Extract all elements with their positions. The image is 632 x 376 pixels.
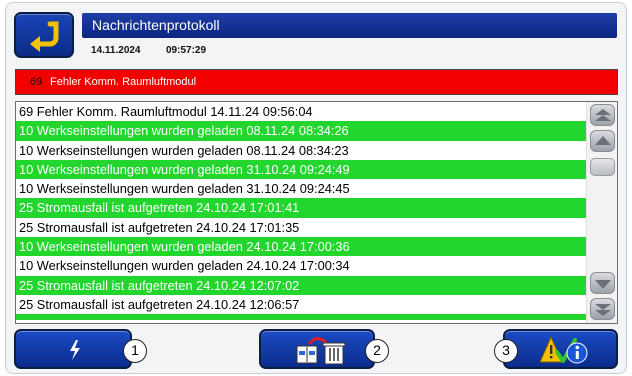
- badge-3: 3: [494, 339, 518, 363]
- log-entry[interactable]: 10 Werkseinstellungen wurden geladen 31.…: [16, 159, 588, 180]
- badge-2: 2: [365, 339, 389, 363]
- double-chevron-up-icon: [595, 109, 611, 121]
- log-entry[interactable]: 69 Fehler Komm. Raumluftmodul 14.11.24 0…: [16, 102, 588, 121]
- lightning-icon: [70, 340, 80, 360]
- error-filter-button[interactable]: [14, 329, 132, 369]
- double-chevron-down-icon: [595, 304, 611, 316]
- scroll-page-down-button[interactable]: [590, 272, 615, 294]
- scrollbar[interactable]: [586, 102, 617, 323]
- scroll-to-bottom-button[interactable]: [590, 298, 615, 320]
- date-display: 14.11.2024: [91, 45, 141, 56]
- alarm-code: 69: [30, 76, 43, 88]
- log-entry[interactable]: 10 Werkseinstellungen wurden geladen 24.…: [16, 237, 588, 257]
- chevron-down-icon: [595, 280, 611, 289]
- scrollbar-thumb[interactable]: [590, 158, 615, 176]
- scroll-page-up-button[interactable]: [590, 130, 615, 152]
- message-log: 69 Fehler Komm. Raumluftmodul 14.11.24 0…: [15, 101, 618, 324]
- log-entry[interactable]: 25 Stromausfall ist aufgetreten 24.10.24…: [16, 218, 588, 237]
- warning-info-button[interactable]: [503, 329, 618, 369]
- log-entry[interactable]: 10 Werkseinstellungen wurden geladen 31.…: [16, 179, 588, 198]
- page-title: Nachrichtenprotokoll: [82, 13, 617, 38]
- chevron-up-icon: [595, 136, 611, 145]
- log-entry-partial[interactable]: [16, 314, 588, 321]
- scroll-to-top-button[interactable]: [590, 104, 615, 126]
- log-entry[interactable]: 25 Stromausfall ist aufgetreten 24.10.24…: [16, 275, 588, 295]
- message-log-list: 69 Fehler Komm. Raumluftmodul 14.11.24 0…: [16, 102, 588, 323]
- archive-delete-button[interactable]: [259, 329, 375, 369]
- log-entry[interactable]: 10 Werkseinstellungen wurden geladen 08.…: [16, 141, 588, 160]
- back-button[interactable]: [14, 12, 74, 58]
- log-entry[interactable]: 25 Stromausfall ist aufgetreten 24.10.24…: [16, 295, 588, 314]
- log-entry[interactable]: 25 Stromausfall ist aufgetreten 24.10.24…: [16, 198, 588, 218]
- archive-delete-icon: [296, 337, 346, 365]
- log-entry[interactable]: 10 Werkseinstellungen wurden geladen 08.…: [16, 121, 588, 141]
- alarm-text: Fehler Komm. Raumluftmodul: [50, 76, 197, 88]
- log-entry[interactable]: 10 Werkseinstellungen wurden geladen 24.…: [16, 256, 588, 275]
- badge-1: 1: [123, 339, 147, 363]
- time-display: 09:57:29: [166, 45, 207, 56]
- active-alarm-banner[interactable]: 69 Fehler Komm. Raumluftmodul: [15, 69, 618, 95]
- return-arrow-icon: [30, 21, 59, 52]
- warning-info-icon: [539, 335, 588, 364]
